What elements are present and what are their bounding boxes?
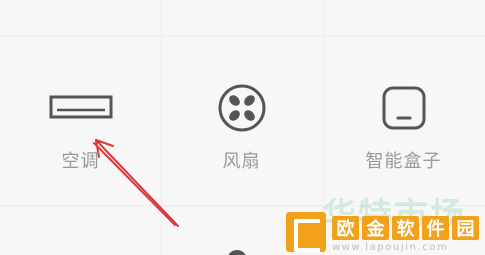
- watermark-char: 件: [422, 216, 449, 240]
- device-label: 智能盒子: [365, 151, 442, 172]
- watermark-char: 欧: [332, 216, 359, 240]
- device-label: 空调: [61, 151, 100, 172]
- partial-device-icon: [227, 250, 247, 255]
- smart-box-icon: [323, 83, 484, 133]
- device-label: 风扇: [222, 151, 261, 172]
- watermark-char: 园: [452, 216, 479, 240]
- watermark-url: www.lapoujin.com: [332, 242, 449, 253]
- air-conditioner-icon: [0, 83, 161, 133]
- device-tile-fan[interactable]: 风扇: [161, 35, 322, 205]
- watermark-logo: [286, 212, 326, 252]
- watermark-char: 软: [392, 216, 419, 240]
- watermark-char: 金: [362, 216, 389, 240]
- watermark: 华特市场 欧 金 软 件 园 www.lapoujin.com: [282, 188, 485, 255]
- device-tile-smart-box[interactable]: 智能盒子: [323, 35, 484, 205]
- device-tile-air-conditioner[interactable]: 空调: [0, 35, 161, 205]
- watermark-title: 欧 金 软 件 园: [332, 216, 479, 240]
- device-picker-screen: 空调 风扇 智能盒子 欧 金 软 件 园 www.lapoujin.com: [0, 0, 485, 255]
- fan-icon: [161, 83, 322, 133]
